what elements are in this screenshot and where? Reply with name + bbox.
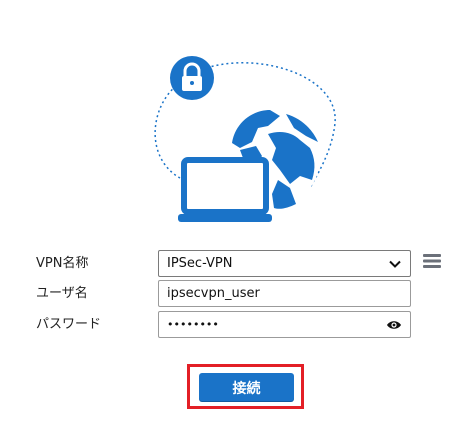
password-value: •••••••• [167,318,219,331]
vpn-login-form: VPN名称 IPSec-VPN ユーザ名 ipsecvpn_user パスワード… [0,0,476,432]
username-field[interactable]: ipsecvpn_user [158,280,411,307]
username-value: ipsecvpn_user [167,286,260,301]
chevron-down-icon [389,260,401,268]
password-field[interactable]: •••••••• [158,311,411,338]
username-label: ユーザ名 [36,286,88,301]
connect-button[interactable]: 接続 [199,373,294,402]
password-label: パスワード [36,317,102,332]
vpn-name-select[interactable]: IPSec-VPN [158,250,411,277]
eye-icon[interactable] [386,319,402,331]
vpn-name-label: VPN名称 [36,256,89,271]
vpn-name-value: IPSec-VPN [167,256,233,271]
menu-icon[interactable] [423,254,441,268]
